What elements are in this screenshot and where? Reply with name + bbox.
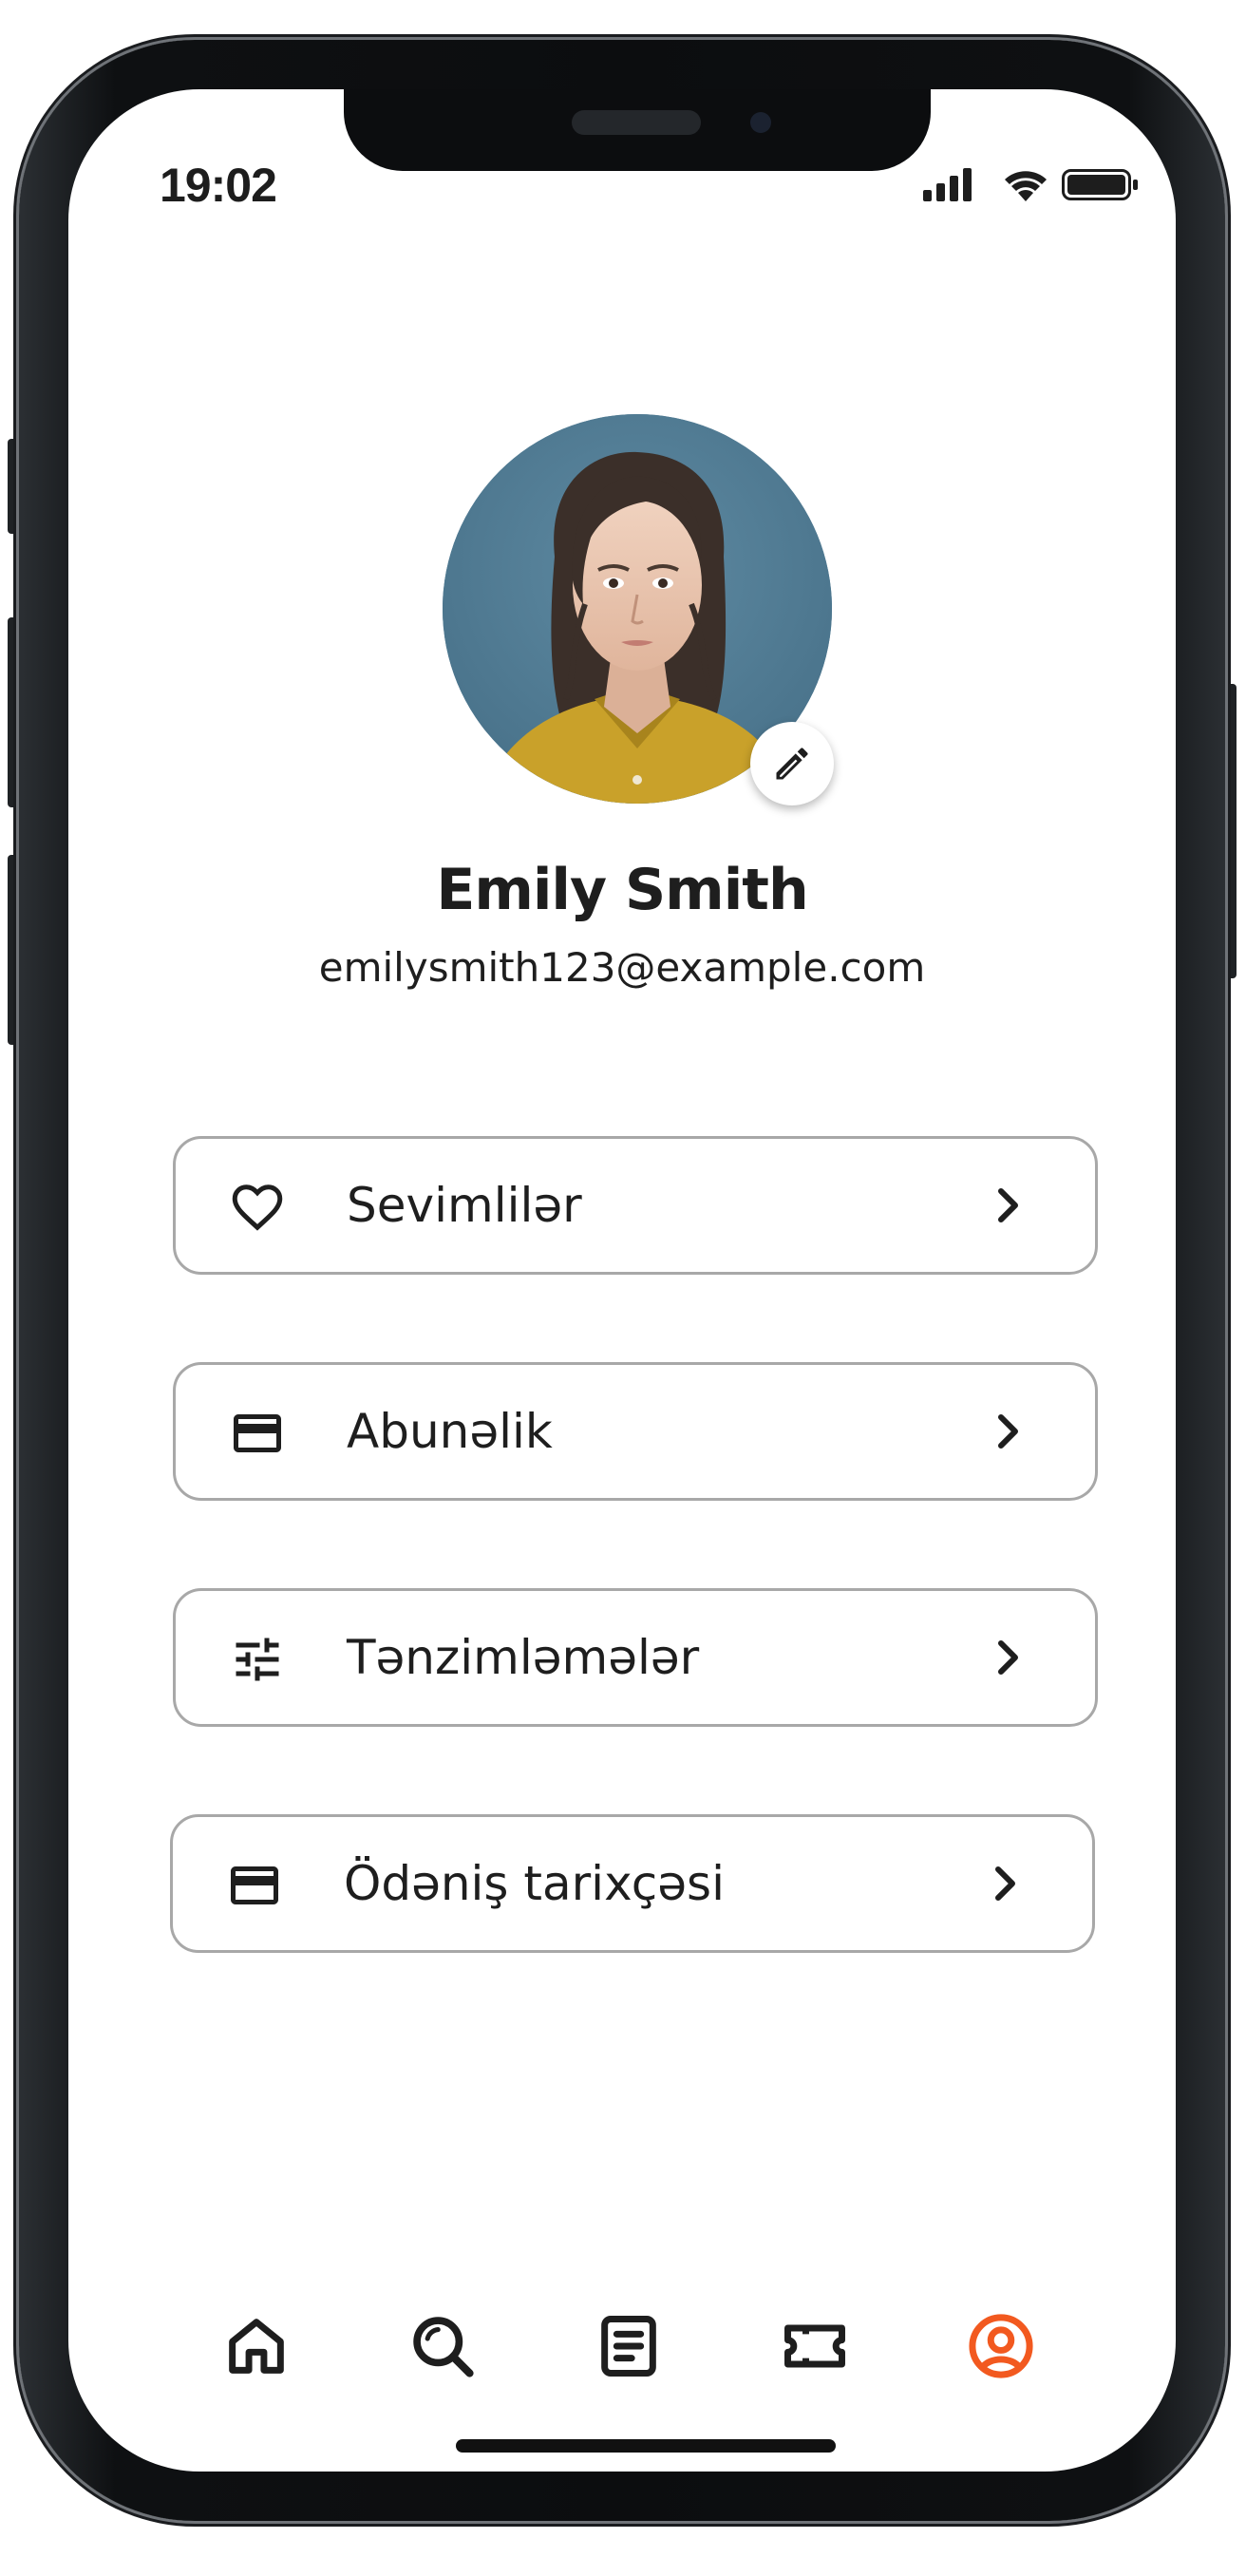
- bottom-tab-bar: [68, 2310, 1176, 2386]
- profile-email: emilysmith123@example.com: [318, 944, 926, 991]
- cellular-signal-icon: [923, 168, 1138, 201]
- status-icons: [923, 163, 1142, 205]
- menu-item-payment-history[interactable]: Ödəniş tarixçəsi: [170, 1814, 1095, 1953]
- wifi-icon: [1005, 171, 1047, 201]
- document-icon[interactable]: [593, 2310, 665, 2382]
- menu-item-settings[interactable]: Tənzimləmələr: [173, 1588, 1098, 1727]
- pencil-icon: [776, 748, 808, 780]
- sliders-icon: [236, 1638, 279, 1681]
- home-indicator[interactable]: [456, 2439, 836, 2453]
- ticket-icon[interactable]: [779, 2310, 851, 2382]
- silent-switch: [8, 439, 19, 534]
- credit-card-icon: [231, 1866, 278, 1904]
- chevron-right-icon: [998, 1188, 1018, 1222]
- credit-card-icon: [234, 1414, 281, 1452]
- notch: [344, 89, 931, 171]
- search-icon[interactable]: [406, 2310, 479, 2382]
- menu-item-subscription[interactable]: Abunəlik: [173, 1362, 1098, 1501]
- phone-screen: 19:02 Emily Smith emilysmith123@example.…: [68, 89, 1176, 2472]
- home-icon[interactable]: [220, 2310, 293, 2382]
- battery-icon: [1062, 169, 1138, 200]
- page: 19:02 Emily Smith emilysmith123@example.…: [0, 0, 1246, 2576]
- avatar-container: [443, 414, 834, 805]
- profile-name: Emily Smith: [436, 857, 808, 923]
- volume-up-button: [8, 617, 19, 807]
- profile-icon[interactable]: [965, 2310, 1037, 2382]
- menu-item-favorites[interactable]: Sevimlilər: [173, 1136, 1098, 1275]
- power-button: [1225, 684, 1237, 978]
- menu-item-label: Tənzimləmələr: [347, 1630, 700, 1685]
- status-time: 19:02: [160, 159, 277, 212]
- chevron-right-icon: [995, 1866, 1015, 1901]
- volume-down-button: [8, 855, 19, 1045]
- heart-icon: [232, 1184, 283, 1231]
- menu-item-label: Ödəniş tarixçəsi: [344, 1856, 725, 1911]
- phone-frame: 19:02 Emily Smith emilysmith123@example.…: [19, 40, 1225, 2521]
- menu-item-label: Sevimlilər: [347, 1178, 582, 1233]
- chevron-right-icon: [998, 1414, 1018, 1449]
- chevron-right-icon: [998, 1640, 1018, 1675]
- edit-avatar-button[interactable]: [750, 722, 834, 805]
- menu-item-label: Abunəlik: [347, 1404, 553, 1459]
